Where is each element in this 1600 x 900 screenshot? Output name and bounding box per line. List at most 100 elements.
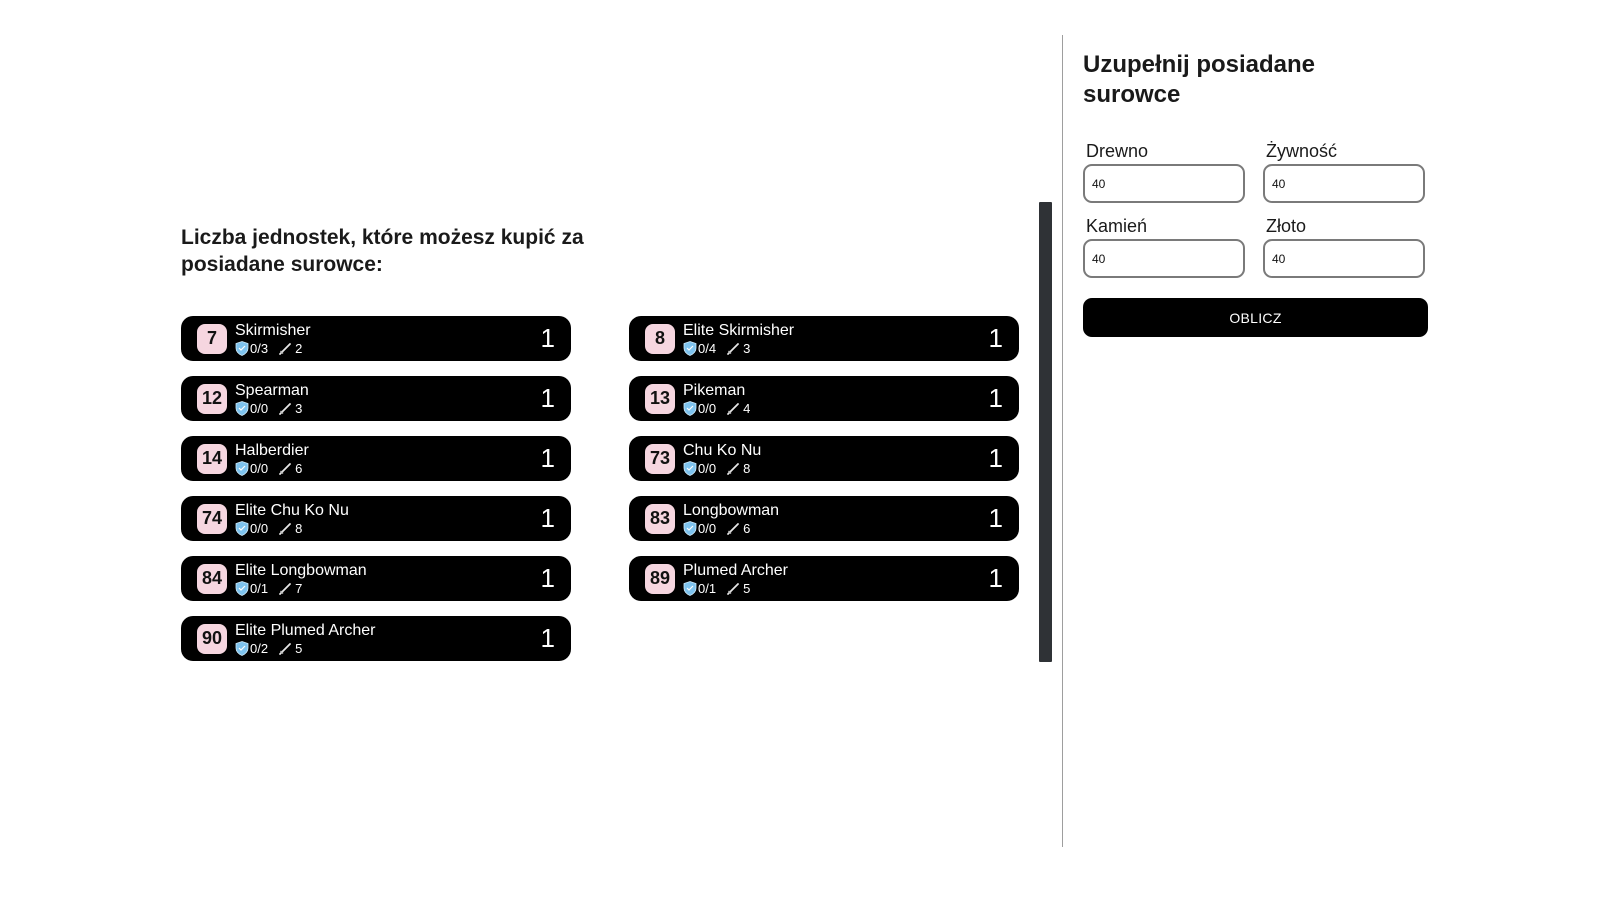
unit-count: 1 <box>988 563 1003 593</box>
sword-icon <box>727 342 739 355</box>
scrollbar[interactable] <box>1039 202 1052 662</box>
shield-icon <box>235 521 249 536</box>
unit-id-badge: 89 <box>645 563 675 594</box>
unit-info: Elite Chu Ko Nu 0/0 8 <box>235 496 349 541</box>
unit-stats: 0/0 6 <box>683 521 779 537</box>
sword-icon <box>279 642 291 655</box>
sword-icon <box>727 462 739 475</box>
unit-attack: 4 <box>743 400 751 416</box>
unit-name: Elite Skirmisher <box>683 321 795 339</box>
calculate-button[interactable]: OBLICZ <box>1083 298 1428 337</box>
unit-stats: 0/0 8 <box>235 521 349 537</box>
unit-defense: 0/2 <box>250 640 269 656</box>
unit-card[interactable]: 8 Elite Skirmisher 0/4 3 1 <box>629 316 1019 361</box>
gold-label: Złoto <box>1266 216 1307 236</box>
unit-name: Chu Ko Nu <box>683 441 762 459</box>
food-input[interactable] <box>1263 164 1425 203</box>
shield-icon <box>683 521 697 536</box>
sword-icon <box>279 522 291 535</box>
unit-info: Plumed Archer 0/1 5 <box>683 556 788 601</box>
unit-attack: 2 <box>295 340 303 356</box>
unit-name: Spearman <box>235 381 309 399</box>
unit-count: 1 <box>988 503 1003 533</box>
unit-defense: 0/4 <box>698 340 717 356</box>
gold-field: Złoto <box>1263 215 1425 278</box>
unit-attack: 3 <box>743 340 751 356</box>
divider <box>1062 35 1063 847</box>
unit-defense: 0/1 <box>250 580 269 596</box>
unit-stats: 0/0 6 <box>235 461 309 477</box>
unit-card[interactable]: 12 Spearman 0/0 3 1 <box>181 376 571 421</box>
shield-icon <box>683 341 697 356</box>
sword-icon <box>279 402 291 415</box>
shield-icon <box>235 641 249 656</box>
unit-card[interactable]: 14 Halberdier 0/0 6 1 <box>181 436 571 481</box>
unit-attack: 6 <box>743 520 751 536</box>
unit-card[interactable]: 74 Elite Chu Ko Nu 0/0 8 1 <box>181 496 571 541</box>
unit-id-badge: 74 <box>197 503 227 534</box>
unit-name: Pikeman <box>683 381 746 399</box>
unit-card[interactable]: 83 Longbowman 0/0 6 1 <box>629 496 1019 541</box>
unit-stats: 0/0 4 <box>683 401 750 417</box>
unit-card[interactable]: 89 Plumed Archer 0/1 5 1 <box>629 556 1019 601</box>
unit-card[interactable]: 90 Elite Plumed Archer 0/2 5 1 <box>181 616 571 661</box>
unit-info: Elite Plumed Archer 0/2 5 <box>235 616 376 661</box>
unit-info: Pikeman 0/0 4 <box>683 376 750 421</box>
unit-info: Elite Skirmisher 0/4 3 <box>683 316 794 361</box>
shield-icon <box>235 401 249 416</box>
unit-count: 1 <box>540 323 555 353</box>
unit-card[interactable]: 84 Elite Longbowman 0/1 7 1 <box>181 556 571 601</box>
food-label: Żywność <box>1266 141 1338 161</box>
unit-attack: 6 <box>295 460 303 476</box>
unit-info: Skirmisher 0/3 2 <box>235 316 311 361</box>
shield-icon <box>235 581 249 596</box>
unit-defense: 0/0 <box>250 460 269 476</box>
sword-icon <box>727 582 739 595</box>
shield-icon <box>683 581 697 596</box>
unit-grid: 7 Skirmisher 0/3 2 1 8 Elite Skirmisher <box>181 316 1021 661</box>
unit-name: Plumed Archer <box>683 561 788 579</box>
unit-stats: 0/0 8 <box>683 461 761 477</box>
shield-icon <box>683 401 697 416</box>
stone-input[interactable] <box>1083 239 1245 278</box>
unit-id-badge: 8 <box>645 323 675 354</box>
unit-count: 1 <box>540 563 555 593</box>
page: Liczba jednostek, które możesz kupić za … <box>0 0 1600 900</box>
unit-name: Halberdier <box>235 441 309 459</box>
unit-name: Longbowman <box>683 501 780 519</box>
unit-attack: 5 <box>743 580 751 596</box>
unit-card[interactable]: 13 Pikeman 0/0 4 1 <box>629 376 1019 421</box>
wood-field: Drewno <box>1083 140 1245 203</box>
unit-id-badge: 7 <box>197 323 227 354</box>
unit-info: Elite Longbowman 0/1 7 <box>235 556 367 601</box>
stone-label: Kamień <box>1086 216 1148 236</box>
unit-attack: 8 <box>295 520 303 536</box>
unit-defense: 0/0 <box>698 400 717 416</box>
shield-icon <box>235 341 249 356</box>
unit-stats: 0/0 3 <box>235 401 309 417</box>
unit-stats: 0/3 2 <box>235 341 311 357</box>
unit-info: Longbowman 0/0 6 <box>683 496 779 541</box>
unit-id-badge: 83 <box>645 503 675 534</box>
resource-fields: Drewno Żywność Kamień Złoto <box>1083 140 1433 278</box>
wood-label: Drewno <box>1086 141 1149 161</box>
unit-id-badge: 13 <box>645 383 675 414</box>
unit-info: Chu Ko Nu 0/0 8 <box>683 436 761 481</box>
unit-attack: 8 <box>743 460 751 476</box>
resource-form: Uzupełnij posiadane surowce Drewno Żywno… <box>1083 50 1433 337</box>
unit-attack: 5 <box>295 640 303 656</box>
wood-input[interactable] <box>1083 164 1245 203</box>
unit-name: Skirmisher <box>235 321 311 339</box>
gold-input[interactable] <box>1263 239 1425 278</box>
food-field: Żywność <box>1263 140 1425 203</box>
unit-defense: 0/1 <box>698 580 717 596</box>
unit-defense: 0/0 <box>698 520 717 536</box>
unit-card[interactable]: 7 Skirmisher 0/3 2 1 <box>181 316 571 361</box>
unit-count: 1 <box>540 383 555 413</box>
unit-card[interactable]: 73 Chu Ko Nu 0/0 8 1 <box>629 436 1019 481</box>
shield-icon <box>235 461 249 476</box>
unit-defense: 0/0 <box>250 400 269 416</box>
sword-icon <box>279 582 291 595</box>
form-title: Uzupełnij posiadane surowce <box>1083 51 1316 108</box>
results-title: Liczba jednostek, które możesz kupić za … <box>181 226 584 276</box>
